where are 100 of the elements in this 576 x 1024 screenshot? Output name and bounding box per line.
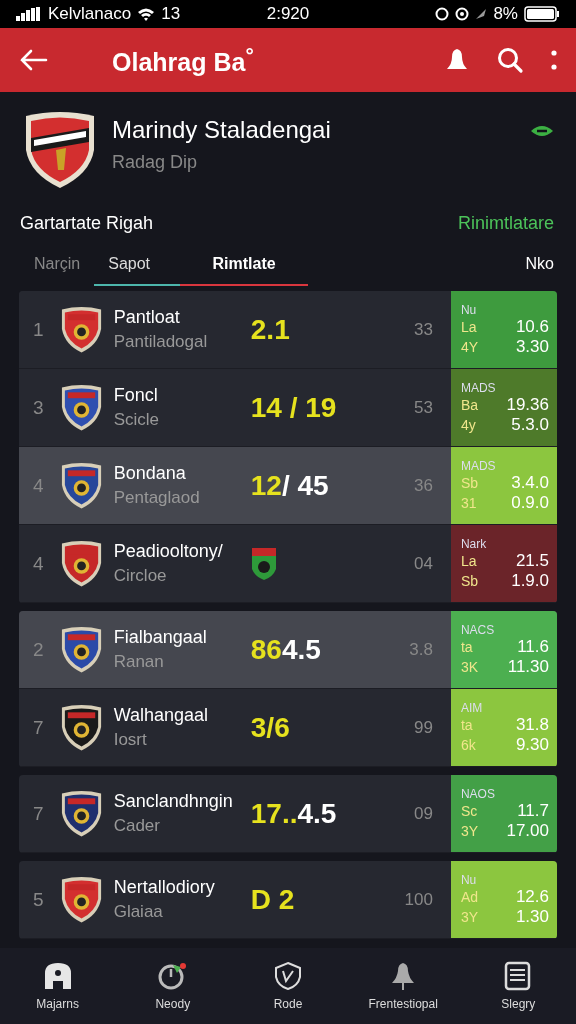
nav-item[interactable]: Slegry	[463, 960, 574, 1012]
location-icon	[455, 7, 470, 21]
signal-icon	[16, 7, 42, 21]
rank-number: 7	[33, 716, 45, 739]
team-subtitle: Circloe	[113, 566, 168, 586]
arch-icon	[42, 961, 73, 991]
odds-label: 3Y	[460, 822, 478, 839]
odds-value: 5.3.0	[511, 414, 549, 435]
nav-item[interactable]: Neody	[117, 960, 228, 1012]
eye-icon[interactable]	[530, 124, 554, 138]
search-icon	[496, 46, 524, 74]
wifi-icon	[137, 7, 156, 21]
odds-value: 31.8	[515, 714, 549, 735]
alarm-icon	[435, 7, 450, 21]
team-subtitle: Pentaglaod	[113, 488, 201, 508]
match-row[interactable]: 7 Sanclandhngin Cader 17..4.5 09 NAOS Sc 11.7 3Y 17.00	[19, 775, 557, 853]
odds-label: ta	[460, 638, 473, 655]
match-row[interactable]: 3 Foncl Scicle 14 / 19 53 MADS Ba 19.36 4y 5.3.0	[19, 369, 557, 447]
club-subtitle: Radag Dip	[112, 152, 199, 173]
odds-value: 3.4.0	[511, 472, 549, 493]
timer-icon	[156, 961, 189, 991]
odds-label: Sc	[460, 802, 478, 819]
odds-label: 6k	[460, 736, 476, 753]
tab[interactable]: Sapot	[94, 244, 181, 286]
match-row[interactable]: 4 Bondana Pentaglaod 12/ 45 36 MADS Sb 3.4.0 31 0.9.0	[19, 447, 557, 525]
team-name: Sanclandhngin	[113, 791, 234, 812]
odds-panel[interactable]: MADS Ba 19.36 4y 5.3.0	[450, 369, 557, 446]
match-score: 12/ 45	[250, 469, 329, 502]
rank-number: 5	[33, 888, 45, 911]
odds-label: 4Y	[460, 338, 478, 355]
rank-number: 4	[33, 474, 45, 497]
network-label: 13	[161, 4, 181, 24]
club-name: Marindy Staladengai	[112, 116, 332, 144]
odds-label: ta	[460, 716, 473, 733]
team-subtitle: Pantiladogal	[113, 332, 209, 352]
odds-label: 31	[460, 494, 477, 511]
nav-item[interactable]: Frentestiopal	[348, 960, 459, 1012]
rank-number: 7	[33, 802, 45, 825]
odds-header: MADS	[460, 458, 497, 473]
match-row[interactable]: 1 Pantloat Pantiladogal 2.1 33 Nu La 10.6 4Y 3.30	[19, 291, 557, 369]
odds-value: 17.00	[506, 820, 549, 841]
match-row[interactable]: 5 Nertallodiory Glaiaa D 2 100 Nu Ad 12.6 3Y 1.30	[19, 861, 557, 939]
odds-header: MADS	[460, 380, 497, 395]
back-arrow-icon	[18, 48, 48, 72]
match-row[interactable]: 2 Fialbangaal Ranan 864.5 3.8 NACS ta 11.6 3K 11.30	[19, 611, 557, 689]
odds-value: 1.30	[515, 906, 549, 927]
match-score: 2.1	[250, 313, 290, 346]
odds-label: Ad	[460, 888, 478, 905]
team-name: Pantloat	[113, 307, 181, 328]
odds-label: 4y	[460, 416, 476, 433]
team-name: Fialbangaal	[113, 627, 208, 648]
odds-label: La	[460, 552, 477, 569]
odds-header: Nu	[460, 872, 478, 887]
team-name: Foncl	[113, 385, 159, 406]
points-value: 09	[412, 803, 433, 824]
odds-value: 11.6	[517, 636, 549, 657]
team-subtitle: Ranan	[113, 652, 165, 672]
odds-label: 3Y	[460, 908, 478, 925]
team-subtitle: Cader	[113, 816, 161, 836]
battery-percent: 8%	[493, 4, 518, 24]
tab[interactable]: Nko	[525, 244, 554, 286]
match-score: 17..4.5	[250, 797, 337, 830]
section-link[interactable]: Rinimtlatare	[457, 212, 554, 234]
odds-header: AIM	[460, 700, 484, 715]
clock-time: 2:920	[266, 4, 310, 24]
tab[interactable]: Narçin	[34, 244, 95, 286]
odds-panel[interactable]: Nu La 10.6 4Y 3.30	[450, 291, 557, 368]
points-value: 3.8	[408, 639, 433, 660]
match-score: 14 / 19	[250, 391, 337, 424]
team-name: Bondana	[113, 463, 187, 484]
odds-value: 19.36	[506, 394, 549, 415]
rank-number: 2	[33, 638, 45, 661]
odds-header: NAOS	[460, 786, 496, 801]
more-icon	[550, 49, 558, 71]
team-name: Walhangaal	[113, 705, 210, 726]
odds-value: 11.7	[517, 800, 549, 821]
odds-label: Ba	[460, 396, 478, 413]
team-name: Peadiooltony/	[113, 541, 224, 562]
match-row[interactable]: 4 Peadiooltony/ Circloe 04 Nark La 21.5 Sb 1.9.0	[19, 525, 557, 603]
match-row[interactable]: 7 Walhangaal Iosrt 3/6 99 AIM ta 31.8 6k 9.30	[19, 689, 557, 767]
nav-item[interactable]: Rode	[232, 960, 343, 1012]
points-value: 100	[403, 889, 433, 910]
section-title: Gartartate Rigah	[20, 212, 154, 234]
match-score: D 2	[250, 883, 295, 916]
points-value: 99	[412, 717, 433, 738]
odds-label: La	[460, 318, 477, 335]
odds-label: Sb	[460, 572, 478, 589]
odds-header: Nark	[460, 536, 488, 551]
nav-item[interactable]: Majarns	[2, 960, 113, 1012]
odds-panel[interactable]: Nark La 21.5 Sb 1.9.0	[450, 525, 557, 602]
points-value: 53	[412, 397, 433, 418]
odds-value: 3.30	[515, 336, 549, 357]
shield-check-icon	[273, 961, 302, 991]
odds-label: 3K	[460, 658, 478, 675]
document-icon	[504, 961, 533, 991]
odds-value: 21.5	[515, 550, 549, 571]
odds-value: 1.9.0	[511, 570, 549, 591]
tab[interactable]: Rimtlate	[180, 244, 309, 286]
battery-icon	[524, 6, 560, 22]
team-subtitle: Scicle	[113, 410, 160, 430]
